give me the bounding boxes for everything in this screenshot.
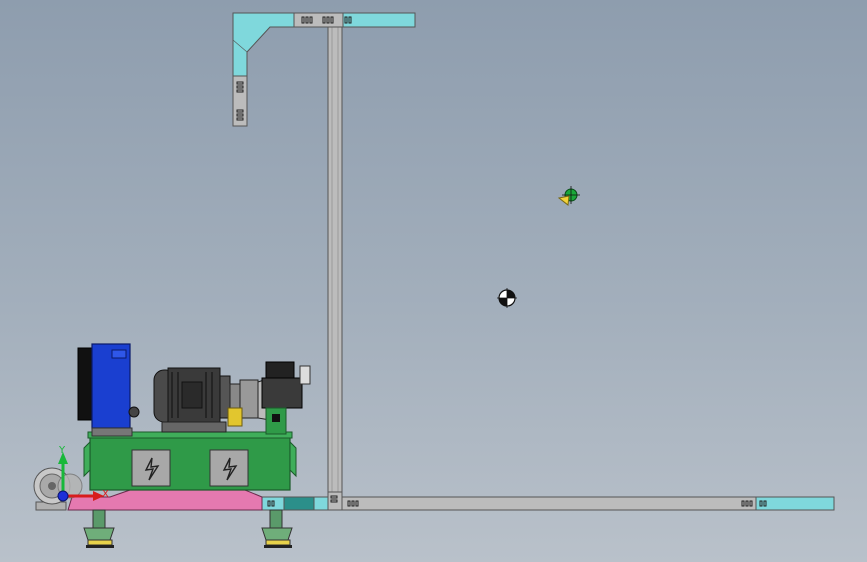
triad-y-label: Y	[58, 445, 66, 456]
blue-reservoir[interactable]	[77, 343, 140, 437]
cad-model-scene[interactable]: Y X	[0, 0, 867, 562]
electric-motor[interactable]	[153, 367, 231, 433]
top-arm[interactable]	[293, 12, 416, 28]
oil-tank[interactable]	[83, 431, 297, 491]
center-of-mass-icon[interactable]	[497, 288, 517, 308]
cad-graphics-viewport[interactable]: Y X	[0, 0, 867, 562]
leveling-foot-right[interactable]	[261, 509, 293, 548]
leveling-foot-left[interactable]	[83, 509, 115, 548]
vertical-column[interactable]	[327, 25, 343, 499]
triad-x-label: X	[102, 489, 109, 500]
elbow-bracket[interactable]	[232, 12, 295, 127]
valve-block[interactable]	[261, 361, 311, 435]
light-source-icon[interactable]	[557, 186, 580, 206]
bottom-rail[interactable]	[261, 491, 835, 511]
